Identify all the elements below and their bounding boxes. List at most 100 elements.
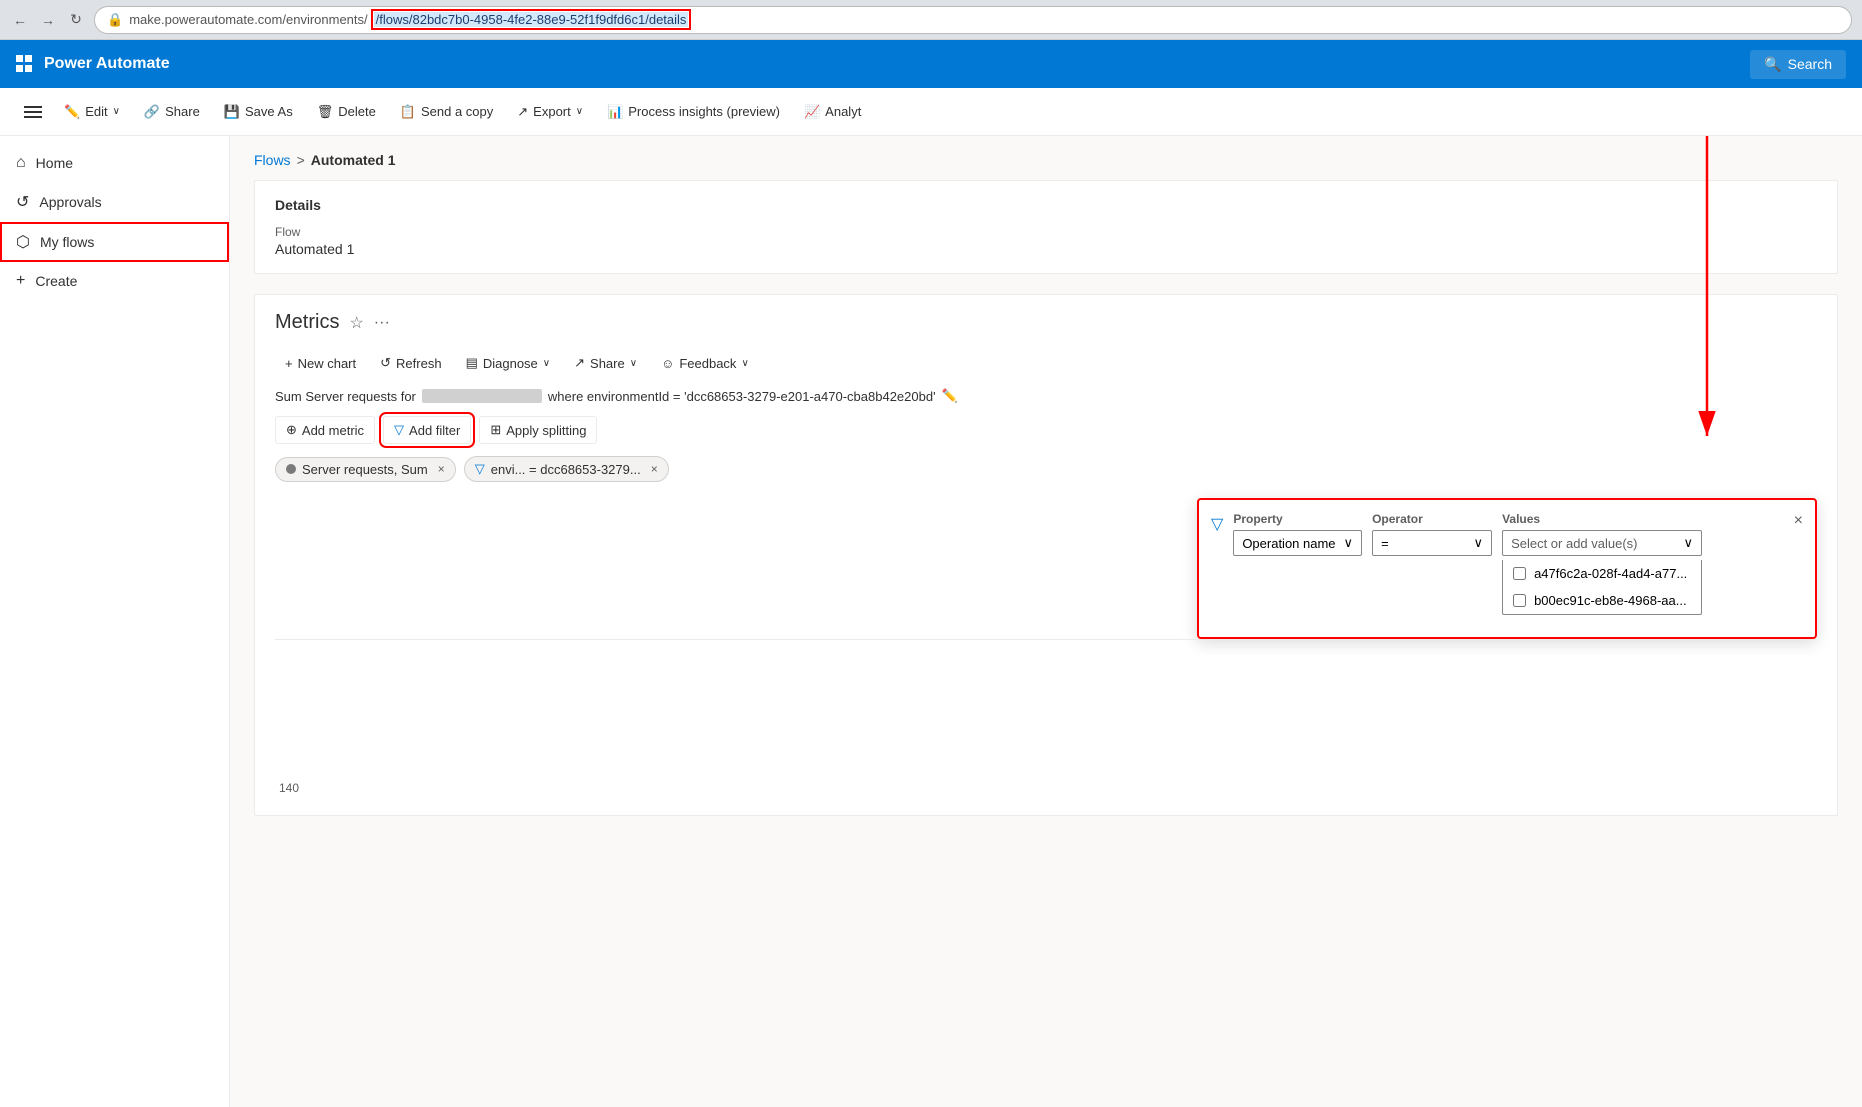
back-button[interactable]: ←: [10, 10, 30, 30]
dropdown-item-2[interactable]: b00ec91c-eb8e-4968-aa...: [1503, 587, 1701, 614]
pill-label-server: Server requests, Sum: [302, 462, 428, 477]
operator-label: Operator: [1372, 512, 1492, 526]
new-chart-icon: +: [285, 356, 293, 371]
metrics-ellipsis-icon[interactable]: ···: [374, 314, 390, 332]
export-icon: ↗: [517, 104, 528, 120]
metrics-header: Metrics ☆ ···: [275, 311, 1817, 334]
send-copy-button[interactable]: 📋 Send a copy: [390, 98, 503, 126]
share-button-metrics[interactable]: ↗ Share ∨: [564, 350, 647, 376]
send-copy-icon: 📋: [400, 104, 416, 120]
filter-popup-header: ▽ Property Operation name ∨: [1211, 512, 1803, 615]
operator-select[interactable]: = ∨: [1372, 530, 1492, 556]
app-grid-icon[interactable]: [16, 55, 34, 73]
diagnose-button[interactable]: ▤ Diagnose ∨: [456, 350, 561, 376]
refresh-button[interactable]: ↻: [66, 10, 86, 30]
diagnose-chevron: ∨: [543, 358, 550, 369]
dropdown-checkbox-2[interactable]: [1513, 594, 1526, 607]
share-icon: 🔗: [144, 104, 160, 120]
delete-icon: 🗑: [317, 104, 334, 120]
property-select[interactable]: Operation name ∨: [1233, 530, 1362, 556]
pills-and-popup-area: Server requests, Sum × ▽ envi... = dcc68…: [275, 456, 1817, 639]
metrics-star-icon[interactable]: ☆: [349, 313, 363, 333]
analytics-icon: 📈: [804, 104, 820, 120]
sidebar-label-approvals: Approvals: [39, 194, 101, 210]
breadcrumb-current: Automated 1: [311, 152, 396, 168]
feedback-button[interactable]: ☺ Feedback ∨: [651, 351, 759, 376]
hamburger-button[interactable]: [16, 98, 50, 126]
breadcrumb-flows[interactable]: Flows: [254, 152, 291, 168]
operator-chevron-icon: ∨: [1474, 535, 1484, 551]
env-filter-pill: ▽ envi... = dcc68653-3279... ×: [464, 456, 669, 482]
feedback-icon: ☺: [661, 356, 674, 371]
url-text: make.powerautomate.com/environments/: [129, 12, 367, 27]
browser-bar: ← → ↻ 🔒 make.powerautomate.com/environme…: [0, 0, 1862, 40]
feedback-chevron: ∨: [741, 358, 748, 369]
values-chevron-icon: ∨: [1684, 535, 1694, 551]
content-area: Flows > Automated 1 Details Flow Automat…: [230, 136, 1862, 1107]
add-metric-button[interactable]: ⊕ Add metric: [275, 416, 375, 444]
filter-close-button[interactable]: ×: [1794, 512, 1803, 530]
values-dropdown-list: a47f6c2a-028f-4ad4-a77... b00ec91c-eb8e-…: [1502, 560, 1702, 615]
dropdown-value-1: a47f6c2a-028f-4ad4-a77...: [1534, 566, 1687, 581]
analytics-label: Analyt: [825, 104, 861, 119]
refresh-button-metrics[interactable]: ↺ Refresh: [370, 350, 451, 376]
dropdown-value-2: b00ec91c-eb8e-4968-aa...: [1534, 593, 1687, 608]
filter-fields: Property Operation name ∨ Operator: [1233, 512, 1783, 615]
dropdown-checkbox-1[interactable]: [1513, 567, 1526, 580]
share-button[interactable]: 🔗 Share: [134, 98, 210, 126]
sidebar-item-my-flows[interactable]: ⬡ My flows: [0, 222, 229, 262]
chart-area: 140: [275, 639, 1817, 799]
filter-query-prefix: Sum Server requests for: [275, 389, 416, 404]
process-insights-button[interactable]: 📊 Process insights (preview): [597, 98, 790, 126]
url-bar[interactable]: 🔒 make.powerautomate.com/environments/ /…: [94, 6, 1852, 34]
flow-label: Flow: [275, 225, 1817, 239]
operator-value: =: [1381, 536, 1389, 551]
filter-query: Sum Server requests for where environmen…: [275, 388, 1817, 404]
my-flows-icon: ⬡: [16, 232, 30, 252]
save-as-button[interactable]: 💾 Save As: [214, 98, 303, 126]
export-chevron: ∨: [576, 106, 583, 117]
edit-button[interactable]: ✏️ Edit ∨: [54, 98, 130, 126]
search-button[interactable]: 🔍 Search: [1750, 50, 1846, 79]
export-button[interactable]: ↗ Export ∨: [507, 98, 593, 126]
toolbar: ✏️ Edit ∨ 🔗 Share 💾 Save As 🗑 Delete 📋 S…: [0, 88, 1862, 136]
sidebar-label-create: Create: [35, 273, 77, 289]
edit-chevron: ∨: [113, 106, 120, 117]
app-grid[interactable]: [16, 55, 44, 73]
process-insights-icon: 📊: [607, 104, 623, 120]
diagnose-icon: ▤: [466, 355, 478, 371]
breadcrumb-separator: >: [297, 152, 305, 168]
flow-value: Automated 1: [275, 241, 1817, 257]
sidebar-item-create[interactable]: + Create: [0, 262, 229, 300]
sidebar-item-approvals[interactable]: ↺ Approvals: [0, 182, 229, 222]
url-highlight: /flows/82bdc7b0-4958-4fe2-88e9-52f1f9dfd…: [374, 12, 689, 27]
pill-close-env[interactable]: ×: [651, 462, 658, 476]
apply-splitting-label: Apply splitting: [506, 423, 586, 438]
process-insights-label: Process insights (preview): [628, 104, 780, 119]
diagnose-label: Diagnose: [483, 356, 538, 371]
filter-query-edit-icon[interactable]: ✏️: [942, 388, 958, 404]
add-filter-button[interactable]: ▽ Add filter: [383, 416, 471, 444]
edit-label: Edit: [85, 104, 107, 119]
metrics-title: Metrics: [275, 311, 339, 334]
analytics-button[interactable]: 📈 Analyt: [794, 98, 871, 126]
send-copy-label: Send a copy: [421, 104, 493, 119]
main-layout: ⌂ Home ↺ Approvals ⬡ My flows + Create F…: [0, 136, 1862, 1107]
filter-query-redacted: [422, 389, 542, 403]
pill-close-server[interactable]: ×: [438, 462, 445, 476]
sidebar: ⌂ Home ↺ Approvals ⬡ My flows + Create: [0, 136, 230, 1107]
details-card: Details Flow Automated 1: [254, 180, 1838, 274]
new-chart-button[interactable]: + New chart: [275, 351, 366, 376]
detail-flow-row: Flow Automated 1: [275, 225, 1817, 257]
approvals-icon: ↺: [16, 192, 29, 212]
forward-button[interactable]: →: [38, 10, 58, 30]
filter-popup-icon: ▽: [1211, 514, 1223, 534]
apply-splitting-button[interactable]: ⊞ Apply splitting: [479, 416, 597, 444]
delete-button[interactable]: 🗑 Delete: [307, 98, 386, 126]
metrics-section: Metrics ☆ ··· + New chart ↺ Refresh ▤ Di…: [254, 294, 1838, 816]
dropdown-item-1[interactable]: a47f6c2a-028f-4ad4-a77...: [1503, 560, 1701, 587]
sidebar-item-home[interactable]: ⌂ Home: [0, 144, 229, 182]
top-bar-right: 🔍 Search: [1750, 50, 1846, 79]
values-select[interactable]: Select or add value(s) ∨: [1502, 530, 1702, 556]
export-label: Export: [533, 104, 571, 119]
